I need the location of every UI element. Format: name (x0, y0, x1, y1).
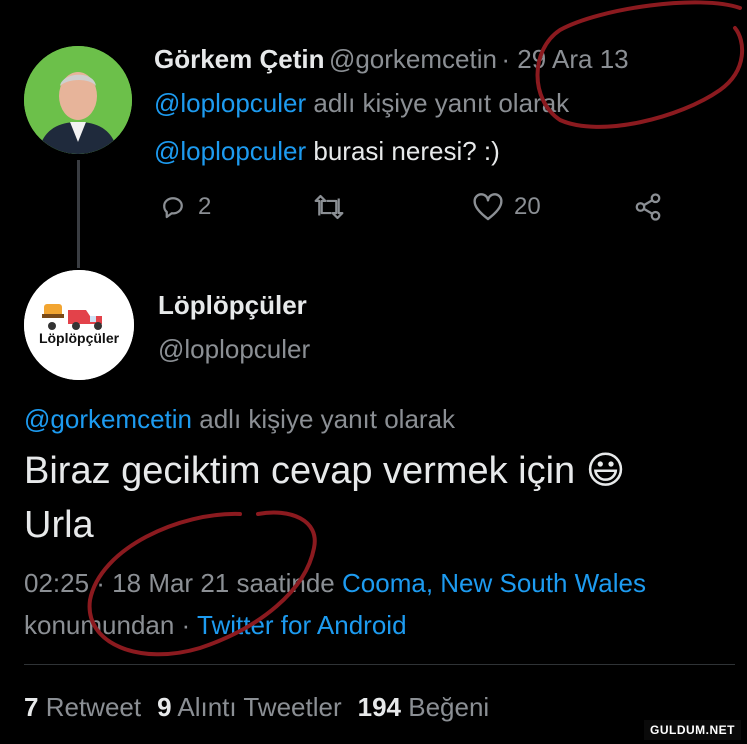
retweet-stat[interactable]: 7 Retweet (24, 692, 141, 723)
retweet-count: 7 (24, 692, 39, 722)
reply-context-label: adlı kişiye yanıt olarak (199, 404, 456, 434)
retweet-label: Retweet (45, 692, 142, 722)
heart-icon (473, 193, 503, 221)
reply-mention-link[interactable]: @gorkemcetin (24, 404, 192, 434)
retweet-icon (314, 194, 344, 220)
tweet-text: @loplopculer burasi neresi? :) (154, 136, 500, 167)
user-handle[interactable]: @gorkemcetin (329, 44, 497, 74)
location-label: konumundan · (24, 610, 191, 640)
tweet-date[interactable]: · 29 Ara 13 (501, 44, 628, 74)
source-link[interactable]: Twitter for Android (197, 610, 407, 640)
user-handle[interactable]: @loplopculer (158, 334, 310, 365)
tweet-timestamp[interactable]: 02:25 · 18 Mar 21 saatinde (24, 568, 335, 598)
engagement-stats: 7 Retweet 9 Alıntı Tweetler 194 Beğeni (24, 692, 489, 723)
brand-avatar[interactable]: Löplöpçüler (24, 270, 134, 380)
person-avatar-icon (24, 46, 132, 154)
body-mention-link[interactable]: @loplopculer (154, 136, 306, 166)
display-name[interactable]: Görkem Çetin (154, 44, 325, 74)
reply-button[interactable]: 2 (158, 192, 211, 222)
like-button[interactable]: 20 (472, 192, 541, 222)
avatar[interactable] (24, 46, 132, 154)
like-count: 20 (514, 193, 541, 220)
reply-mention-link[interactable]: @loplopculer (154, 88, 306, 118)
reply-context: @gorkemcetin adlı kişiye yanıt olarak (24, 404, 455, 435)
avatar-label: Löplöpçüler (38, 330, 120, 346)
tweet-body: burasi neresi? :) (313, 136, 500, 166)
display-name[interactable]: Löplöpçüler (158, 290, 307, 321)
reply-count: 2 (198, 193, 212, 220)
share-icon (635, 193, 661, 221)
truck-logo-icon (24, 270, 134, 380)
thread-line (77, 160, 80, 268)
divider (24, 664, 735, 665)
like-label: Beğeni (408, 692, 490, 722)
like-stat[interactable]: 194 Beğeni (358, 692, 490, 723)
like-count: 194 (357, 692, 402, 722)
tweet-body-line-2: Urla (24, 504, 94, 546)
quote-count: 9 (157, 692, 172, 722)
tweet-body-line-1: Biraz geciktim cevap vermek için 😃 (24, 448, 625, 493)
tweet-meta-2: konumundan · Twitter for Android (24, 610, 407, 641)
reply-context: @loplopculer adlı kişiye yanıt olarak (154, 88, 569, 119)
quote-stat[interactable]: 9 Alıntı Tweetler (157, 692, 342, 723)
location-link[interactable]: Cooma, New South Wales (342, 568, 646, 598)
watermark: GULDUM.NET (644, 720, 741, 740)
tweet-body-text: Biraz geciktim cevap vermek için (24, 450, 576, 492)
tweet-header: Görkem Çetin @gorkemcetin · 29 Ara 13 (154, 44, 629, 75)
tweet-meta: 02:25 · 18 Mar 21 saatinde Cooma, New So… (24, 568, 646, 599)
retweet-button[interactable] (312, 192, 346, 222)
smiley-emoji-icon: 😃 (585, 450, 626, 492)
reply-icon (163, 197, 183, 219)
quote-label: Alıntı Tweetler (177, 692, 342, 722)
share-button[interactable] (632, 192, 664, 222)
reply-context-label: adlı kişiye yanıt olarak (313, 88, 570, 118)
